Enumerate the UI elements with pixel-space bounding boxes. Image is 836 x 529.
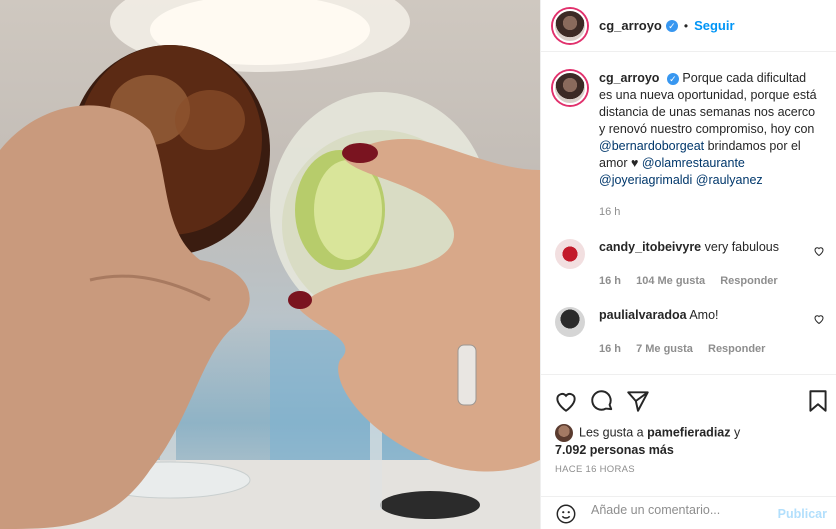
photo-illustration — [0, 0, 540, 529]
reply-button[interactable]: Responder — [708, 343, 765, 355]
comment-likes[interactable]: 104 Me gusta — [636, 275, 705, 287]
comments-list[interactable]: cg_arroyo ✓ Porque cada dificultad es un… — [541, 53, 836, 373]
bookmark-icon[interactable] — [805, 388, 831, 414]
caption-avatar[interactable] — [553, 71, 587, 105]
publish-button[interactable]: Publicar — [778, 507, 827, 521]
liker-username[interactable]: pamefieradiaz — [647, 425, 730, 439]
mention-link[interactable]: @bernardoborgeat — [599, 139, 704, 153]
post-side-panel: cg_arroyo ✓ • Seguir cg_arroyo ✓ Porque … — [540, 0, 836, 529]
caption-username[interactable]: cg_arroyo — [599, 71, 659, 85]
comment-like-heart-icon[interactable] — [813, 245, 825, 257]
mention-link[interactable]: @raulyanez — [696, 173, 763, 187]
caption: cg_arroyo ✓ Porque cada dificultad es un… — [553, 53, 825, 221]
comment-item: paulialvaradoa Amo! 16 h 7 Me gusta Resp… — [553, 307, 825, 357]
comment-username[interactable]: candy_itobeivyre — [599, 240, 701, 254]
emoji-icon[interactable] — [555, 503, 577, 525]
comment-text: Amo! — [689, 308, 719, 322]
follow-button[interactable]: Seguir — [694, 18, 734, 33]
liker-avatar[interactable] — [555, 424, 573, 442]
comment-username[interactable]: paulialvaradoa — [599, 308, 687, 322]
caption-time: 16 h — [599, 206, 621, 218]
separator-dot: • — [683, 18, 689, 33]
action-bar — [541, 374, 836, 424]
comment-time: 16 h — [599, 343, 622, 355]
comment-item: candy_itobeivyre very fabulous 16 h 104 … — [553, 239, 825, 289]
post-photo[interactable] — [0, 0, 540, 529]
likes-prefix: Les gusta a — [579, 425, 644, 440]
verified-badge-icon: ✓ — [665, 19, 678, 32]
share-icon[interactable] — [625, 388, 651, 414]
comment-meta: 16 h 104 Me gusta Responder — [599, 273, 790, 289]
post-timestamp: HACE 16 HORAS — [555, 464, 635, 475]
add-comment-bar: Publicar — [541, 496, 836, 529]
comment-avatar[interactable] — [555, 239, 585, 269]
mention-link[interactable]: @olamrestaurante — [642, 156, 745, 170]
likes-count[interactable]: 7.092 personas más — [555, 443, 674, 457]
caption-text: cg_arroyo ✓ Porque cada dificultad es un… — [599, 70, 821, 221]
verified-badge-icon: ✓ — [666, 73, 679, 85]
comment-meta: 16 h 7 Me gusta Responder — [599, 341, 777, 357]
comment-likes[interactable]: 7 Me gusta — [636, 343, 693, 355]
comment-time: 16 h — [599, 275, 622, 287]
comment-input[interactable] — [591, 503, 771, 517]
author-avatar[interactable] — [553, 8, 587, 43]
mention-link[interactable]: @joyeriagrimaldi — [599, 173, 692, 187]
reply-button[interactable]: Responder — [720, 275, 777, 287]
likes-summary: Les gusta a pamefieradiaz y 7.092 person… — [555, 424, 825, 459]
comment-text: very fabulous — [704, 240, 779, 254]
comment-icon[interactable] — [589, 388, 615, 414]
comment-like-heart-icon[interactable] — [813, 313, 825, 325]
comment-avatar[interactable] — [555, 307, 585, 337]
heart-icon[interactable] — [553, 388, 579, 414]
author-username[interactable]: cg_arroyo — [599, 18, 662, 33]
post-header: cg_arroyo ✓ • Seguir — [541, 0, 836, 52]
likes-and: y — [733, 425, 741, 440]
